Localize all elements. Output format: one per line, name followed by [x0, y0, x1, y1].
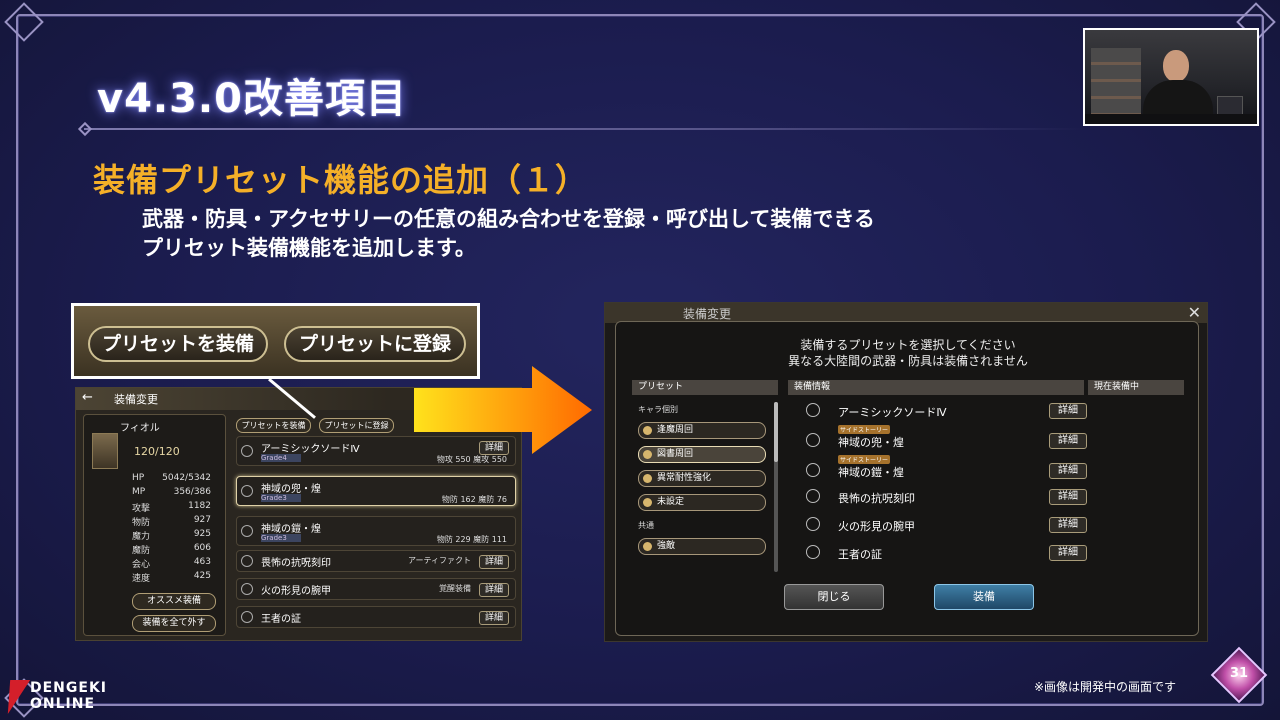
- preset-icon: [643, 542, 652, 551]
- modal-close-button[interactable]: 閉じる: [784, 584, 884, 610]
- character-portrait: [92, 433, 118, 469]
- detail-button[interactable]: 詳細: [1049, 489, 1087, 505]
- helmet-icon: [806, 433, 820, 447]
- equip-info-row: サイドストーリー 神域の鎧・煌 詳細: [794, 455, 1087, 484]
- group-label: 共通: [638, 521, 654, 530]
- detail-button[interactable]: 詳細: [1049, 403, 1087, 419]
- description-line-1: 武器・防具・アクセサリーの任意の組み合わせを登録・呼び出して装備できる: [142, 207, 875, 231]
- right-game-screenshot: 装備変更 ✕ 装備するプリセットを選択してください 異なる大陸間の武器・防具は装…: [604, 302, 1208, 642]
- accessory-icon: [241, 611, 253, 623]
- stat-row: 魔力 925: [132, 529, 211, 542]
- modal-equip-button[interactable]: 装備: [934, 584, 1034, 610]
- left-screen-title: 装備変更: [114, 393, 158, 406]
- detail-button[interactable]: 詳細: [1049, 517, 1087, 533]
- accessory-icon: [806, 545, 820, 559]
- slide-subtitle: 装備プリセット機能の追加（１）: [93, 161, 589, 199]
- equip-row[interactable]: 畏怖の抗呪刻印 アーティファクト 詳細: [236, 550, 516, 572]
- detail-button[interactable]: 詳細: [479, 555, 509, 569]
- group-label: キャラ個別: [638, 405, 678, 414]
- current-equip-header: 現在装備中: [1088, 380, 1184, 395]
- title-underline: [84, 128, 1084, 130]
- accessory-icon: [241, 555, 253, 567]
- webcam-shelf: [1091, 48, 1141, 118]
- stat-row: 速度 425: [132, 571, 211, 584]
- detail-button[interactable]: 詳細: [1049, 463, 1087, 479]
- left-preset-register-button[interactable]: プリセットに登録: [319, 418, 394, 433]
- equip-info-row: 王者の証 詳細: [794, 540, 1087, 566]
- slide: v4.3.0改善項目 装備プリセット機能の追加（１） 武器・防具・アクセサリーの…: [0, 0, 1280, 720]
- sword-icon: [241, 445, 253, 457]
- character-level: 120/120: [134, 445, 180, 458]
- detail-button[interactable]: 詳細: [479, 583, 509, 597]
- preset-icon: [643, 498, 652, 507]
- equip-row[interactable]: 王者の証 詳細: [236, 606, 516, 628]
- equip-info-header: 装備情報: [788, 380, 1084, 395]
- callout-register-preset-button[interactable]: プリセットに登録: [284, 326, 466, 362]
- stat-row: MP 356/386: [132, 487, 211, 497]
- accessory-icon: [241, 583, 253, 595]
- slide-description: 武器・防具・アクセサリーの任意の組み合わせを登録・呼び出して装備できる プリセッ…: [142, 205, 875, 263]
- equip-info-row: サイドストーリー 神域の兜・煌 詳細: [794, 425, 1087, 454]
- stat-row: HP 5042/5342: [132, 473, 211, 483]
- equip-row[interactable]: 神域の兜・煌 Grade3 物防 162 魔防 76: [236, 476, 516, 506]
- lightning-icon: [0, 680, 31, 714]
- preset-button[interactable]: 未設定: [638, 494, 766, 511]
- description-line-2: プリセット装備機能を追加します。: [142, 236, 476, 260]
- equip-info-row: 畏怖の抗呪刻印 詳細: [794, 484, 1087, 510]
- sword-icon: [806, 403, 820, 417]
- preset-button-selected[interactable]: 図書周回: [638, 446, 766, 463]
- callout-equip-preset-button[interactable]: プリセットを装備: [88, 326, 268, 362]
- preset-button[interactable]: 逢魔周回: [638, 422, 766, 439]
- detail-button[interactable]: 詳細: [479, 611, 509, 625]
- armor-icon: [241, 525, 253, 537]
- accessory-icon: [806, 489, 820, 503]
- left-preset-equip-button[interactable]: プリセットを装備: [236, 418, 311, 433]
- webcam-monitor: [1217, 96, 1243, 116]
- page-number-badge: 31: [1210, 646, 1268, 704]
- preset-column-header: プリセット: [632, 380, 778, 395]
- preset-icon: [643, 450, 652, 459]
- modal-message-2: 異なる大陸間の武器・防具は装備されません: [788, 354, 1028, 368]
- equip-info-row: 火の形見の腕甲 詳細: [794, 512, 1087, 538]
- detail-button[interactable]: 詳細: [1049, 433, 1087, 449]
- preset-button[interactable]: 強敵: [638, 538, 766, 555]
- modal-message-1: 装備するプリセットを選択してください: [800, 338, 1016, 352]
- accessory-icon: [806, 517, 820, 531]
- character-panel: フィオル 120/120 HP 5042/5342 MP 356/386 攻撃 118…: [83, 414, 226, 636]
- preset-scrollbar[interactable]: [774, 402, 778, 572]
- preset-icon: [643, 474, 652, 483]
- stat-row: 魔防 606: [132, 543, 211, 556]
- preset-icon: [643, 426, 652, 435]
- character-name: フィオル: [120, 423, 160, 434]
- equip-info-row: アーミシックソードⅣ 詳細: [794, 398, 1087, 424]
- armor-icon: [806, 463, 820, 477]
- slide-title: v4.3.0改善項目: [97, 76, 407, 122]
- recommend-equip-button[interactable]: オススメ装備: [132, 593, 216, 610]
- webcam-desk: [1085, 114, 1257, 124]
- right-arrow-icon: [414, 366, 592, 454]
- preset-button[interactable]: 異常耐性強化: [638, 470, 766, 487]
- unequip-all-button[interactable]: 装備を全て外す: [132, 615, 216, 632]
- webcam-overlay: [1083, 28, 1259, 126]
- dengeki-online-logo: DENGEKI ONLINE: [0, 678, 124, 718]
- right-topbar: 装備変更 ✕: [605, 303, 1207, 323]
- equip-row[interactable]: 火の形見の腕甲 覚醒装備 詳細: [236, 578, 516, 600]
- back-arrow-icon[interactable]: ←: [82, 390, 93, 405]
- preset-select-modal: 装備するプリセットを選択してください 異なる大陸間の武器・防具は装備されません …: [615, 321, 1199, 636]
- stat-row: 攻撃 1182: [132, 501, 211, 514]
- stat-row: 会心 463: [132, 557, 211, 570]
- right-screen-title: 装備変更: [683, 307, 732, 321]
- detail-button[interactable]: 詳細: [1049, 545, 1087, 561]
- equip-row[interactable]: 神域の鎧・煌 Grade3 物防 229 魔防 111: [236, 516, 516, 546]
- close-icon[interactable]: ✕: [1188, 303, 1201, 322]
- development-footnote: ※画像は開発中の画面です: [1034, 680, 1177, 694]
- helmet-icon: [241, 485, 253, 497]
- stat-row: 物防 927: [132, 515, 211, 528]
